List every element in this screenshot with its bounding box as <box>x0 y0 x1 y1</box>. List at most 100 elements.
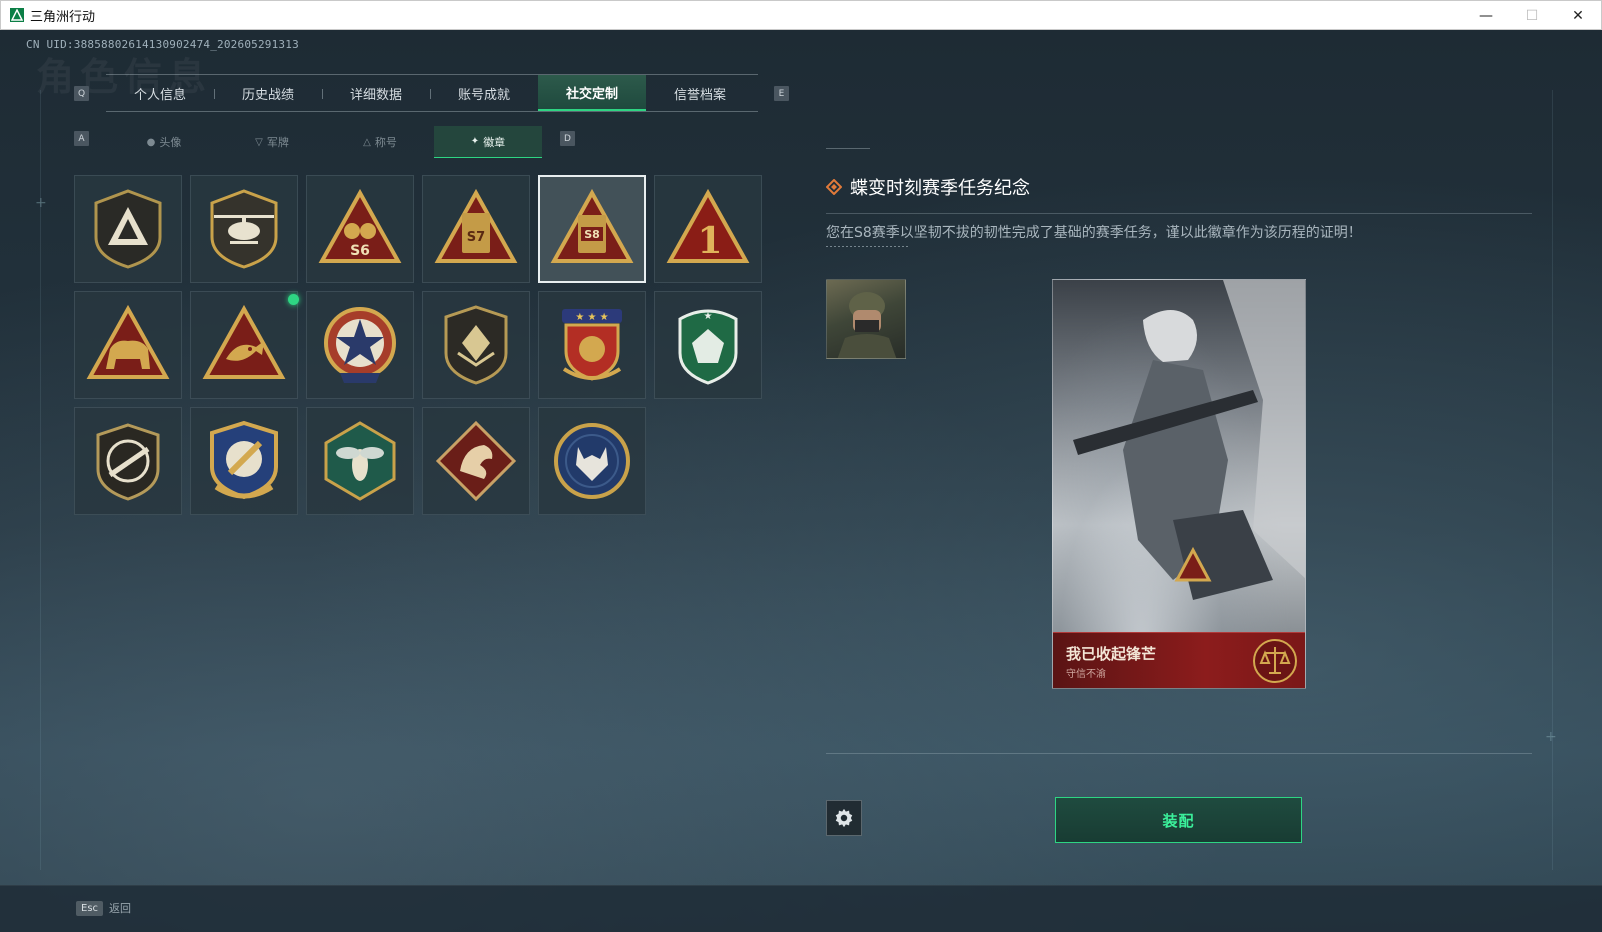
divider <box>826 753 1532 754</box>
svg-text:S7: S7 <box>467 230 485 245</box>
badge-slot[interactable] <box>422 291 530 399</box>
subtab-label: 徽章 <box>483 135 506 149</box>
operator-showcase-card: 我已收起锋芒 守信不渝 <box>1052 279 1306 689</box>
rifle-shield-badge-icon <box>96 423 160 501</box>
badge-grid: S6 S7 S8 1 ★ ★ ★ ★ <box>74 175 762 515</box>
minimize-button[interactable]: — <box>1463 1 1509 31</box>
crosshair-mark-icon: + <box>35 195 47 211</box>
settings-button[interactable] <box>826 800 862 836</box>
badge-slot-selected[interactable]: S8 <box>538 175 646 283</box>
close-button[interactable]: ✕ <box>1555 1 1601 31</box>
helicopter-badge-icon <box>210 189 278 269</box>
window-titlebar: 三角洲行动 — ☐ ✕ <box>0 0 1602 30</box>
badge-slot[interactable] <box>306 291 414 399</box>
elephant-badge-icon <box>86 304 170 379</box>
deco-line <box>1552 90 1553 870</box>
tab-reputation[interactable]: 信誉档案 <box>646 75 754 111</box>
subtab-title[interactable]: △ 称号 <box>326 126 434 158</box>
divider <box>826 246 908 247</box>
justice-scale-seal-icon <box>1253 639 1297 683</box>
delta-shield-badge-icon <box>94 189 162 269</box>
equip-button[interactable]: 装配 <box>1055 797 1302 843</box>
badge-slot[interactable]: S6 <box>306 175 414 283</box>
star-medal-badge-icon <box>324 307 396 383</box>
triangle-icon: △ <box>363 136 371 148</box>
svg-text:1: 1 <box>697 220 722 262</box>
divider <box>826 213 1532 214</box>
badge-slot[interactable] <box>74 407 182 515</box>
back-label: 返回 <box>109 902 132 915</box>
badge-slot[interactable]: ★ <box>654 291 762 399</box>
operator-avatar <box>826 279 906 359</box>
uid-label: CN UID:3885880261413090247­4_20260529131… <box>26 38 299 51</box>
subtab-label: 军牌 <box>266 136 289 149</box>
svg-text:S8: S8 <box>584 228 600 241</box>
subtab-label: 头像 <box>159 136 182 149</box>
badge-slot[interactable] <box>422 407 530 515</box>
card-title-banner: 我已收起锋芒 守信不渝 <box>1053 632 1305 688</box>
badge-slot[interactable]: S7 <box>422 175 530 283</box>
fish-badge-icon <box>202 304 286 379</box>
card-subtitle: 守信不渝 <box>1066 669 1106 680</box>
game-viewport: 角色信息 + + CN UID:3885880261413090247­4_20… <box>0 30 1602 932</box>
s7-season-badge-icon: S7 <box>434 188 518 263</box>
window-controls: — ☐ ✕ <box>1463 1 1601 31</box>
badge-slot[interactable] <box>306 407 414 515</box>
dark-shield-badge-icon <box>444 305 508 385</box>
badge-slot[interactable]: 1 <box>654 175 762 283</box>
dragon-badge-icon <box>435 420 517 502</box>
badge-icon: ✦ <box>470 136 480 147</box>
maximize-button[interactable]: ☐ <box>1509 1 1555 31</box>
hornet-badge-icon <box>324 421 396 501</box>
missile-crest-badge-icon <box>210 420 278 500</box>
number-one-badge-icon: 1 <box>666 188 750 263</box>
star-crest-badge-icon: ★ ★ ★ <box>562 309 622 381</box>
subtab-dogtag[interactable]: ▽ 军牌 <box>218 126 326 158</box>
gear-icon <box>835 808 853 828</box>
esc-key-hint: Esc <box>76 900 104 916</box>
prev-tab-key-hint[interactable]: Q <box>74 86 89 101</box>
tab-match-history[interactable]: 历史战绩 <box>214 75 322 111</box>
subtab-badge[interactable]: ✦ 徽章 <box>434 126 542 158</box>
next-subtab-key-hint[interactable]: D <box>560 131 575 146</box>
badge-slot[interactable] <box>74 291 182 399</box>
main-tab-bar: 个人信息 历史战绩 详细数据 账号成就 社交定制 信誉档案 <box>106 74 758 112</box>
svg-text:S6: S6 <box>350 243 370 259</box>
badge-slot[interactable] <box>190 175 298 283</box>
tab-social-customization[interactable]: 社交定制 <box>538 75 646 111</box>
badge-slot[interactable] <box>190 407 298 515</box>
soldier-portrait-icon <box>837 292 897 358</box>
detail-deco-mark <box>826 148 870 149</box>
card-title: 我已收起锋芒 <box>1066 645 1157 663</box>
s6-season-badge-icon: S6 <box>318 188 402 263</box>
dogtag-icon: ▽ <box>255 136 263 148</box>
green-gem-badge-icon: ★ <box>678 309 738 385</box>
subtab-label: 称号 <box>374 136 397 149</box>
s8-season-badge-icon: S8 <box>550 188 634 263</box>
badge-detail-title: 蝶变时刻赛季任务纪念 <box>850 178 1030 199</box>
diamond-marker-icon <box>826 179 842 195</box>
badge-detail-heading: 蝶变时刻赛季任务纪念 <box>826 174 1030 200</box>
sub-tab-bar: ● 头像 ▽ 军牌 △ 称号 ✦ 徽章 <box>110 126 542 158</box>
delta-app-icon <box>10 8 24 22</box>
badge-slot[interactable] <box>538 407 646 515</box>
badge-slot[interactable]: ★ ★ ★ <box>538 291 646 399</box>
badge-slot[interactable] <box>74 175 182 283</box>
prev-subtab-key-hint[interactable]: A <box>74 131 89 146</box>
crosshair-mark-icon: + <box>1545 729 1557 745</box>
svg-text:★ ★ ★: ★ ★ ★ <box>575 312 608 323</box>
next-tab-key-hint[interactable]: E <box>774 86 789 101</box>
operator-figure-image <box>1073 280 1305 600</box>
badge-detail-description: 您在S8赛季以坚韧不拔的韧性完成了基础的赛季任务，谨以此徽章作为该历程的证明！ <box>826 225 1362 241</box>
bottom-bar: Esc 返回 <box>0 885 1602 932</box>
tab-achievements[interactable]: 账号成就 <box>430 75 538 111</box>
svg-text:★: ★ <box>704 311 713 322</box>
tab-personal-info[interactable]: 个人信息 <box>106 75 214 111</box>
new-indicator-dot <box>288 294 299 305</box>
wolf-badge-icon <box>554 423 630 499</box>
person-icon: ● <box>146 136 156 148</box>
badge-slot[interactable] <box>190 291 299 399</box>
back-button[interactable]: Esc 返回 <box>76 900 131 916</box>
subtab-avatar[interactable]: ● 头像 <box>110 126 218 158</box>
tab-detailed-stats[interactable]: 详细数据 <box>322 75 430 111</box>
